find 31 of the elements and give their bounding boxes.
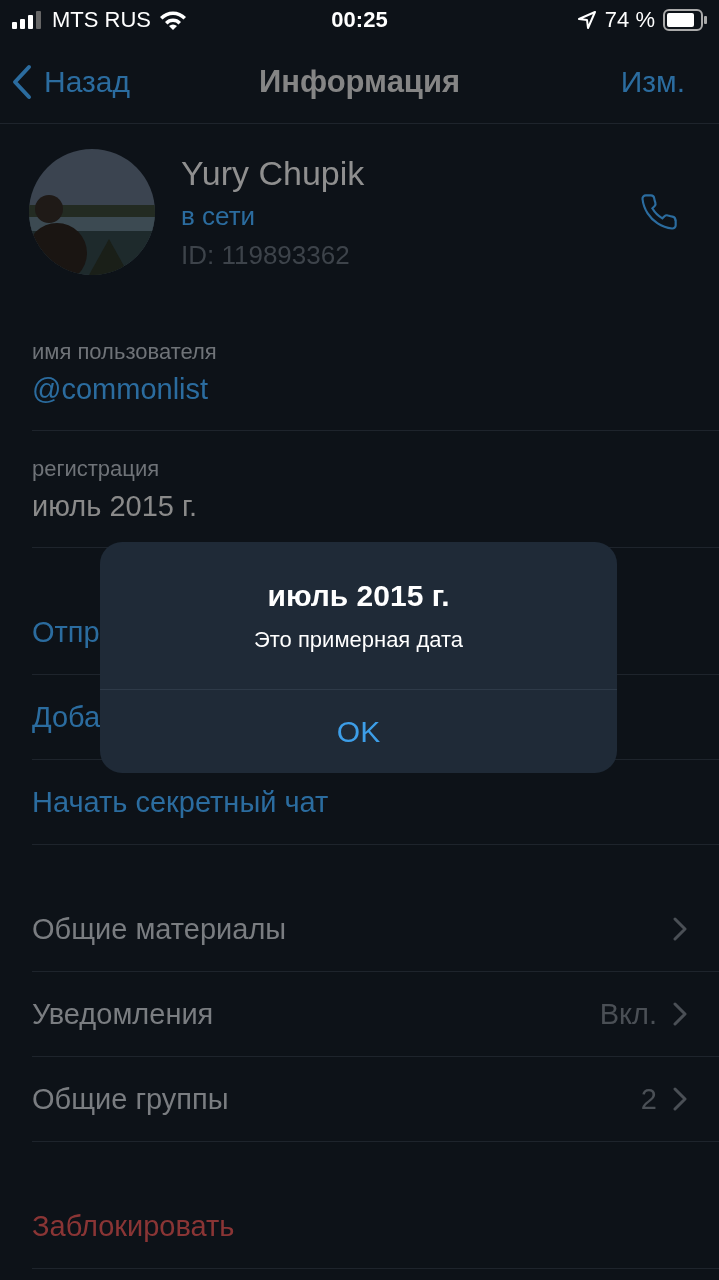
edit-button[interactable]: Изм. xyxy=(620,64,685,99)
ok-button[interactable]: OK xyxy=(100,690,617,773)
screen-title: Информация xyxy=(258,63,461,100)
back-chevron-icon xyxy=(12,63,32,100)
block-item[interactable]: Заблокировать xyxy=(32,1209,687,1243)
chevron-right-icon xyxy=(673,1002,687,1026)
carrier-name: MTS RUS xyxy=(52,7,151,33)
wifi-icon xyxy=(159,10,187,30)
back-button[interactable]: Назад xyxy=(12,63,130,100)
chevron-right-icon xyxy=(673,1087,687,1111)
info-label: регистрация xyxy=(32,455,161,482)
contact-name: Yury Chupik xyxy=(181,153,366,193)
chevron-right-icon xyxy=(673,917,687,941)
settings-value: 2 xyxy=(640,1082,657,1116)
info-label: имя пользователя xyxy=(32,338,218,365)
action-item[interactable]: Начать секретный чат xyxy=(32,785,687,819)
settings-item[interactable]: Общие группы xyxy=(32,1082,641,1116)
clock-time: 00:25 xyxy=(331,7,388,33)
info-value: июль 2015 г. xyxy=(32,489,199,523)
battery-percent: 74 % xyxy=(604,7,655,33)
alert-message: Это примерная дата xyxy=(253,626,464,653)
settings-item[interactable]: Общие материалы xyxy=(32,912,673,946)
username-link[interactable]: @commonlist xyxy=(32,372,719,406)
settings-value: Вкл. xyxy=(599,997,657,1031)
online-status: в сети xyxy=(181,200,257,232)
battery-icon xyxy=(663,9,707,31)
signal-icon xyxy=(12,11,44,29)
phone-icon[interactable] xyxy=(639,192,679,232)
alert-title: июль 2015 г. xyxy=(267,578,450,613)
location-arrow-icon xyxy=(576,10,597,30)
settings-item[interactable]: Уведомления xyxy=(32,997,600,1031)
